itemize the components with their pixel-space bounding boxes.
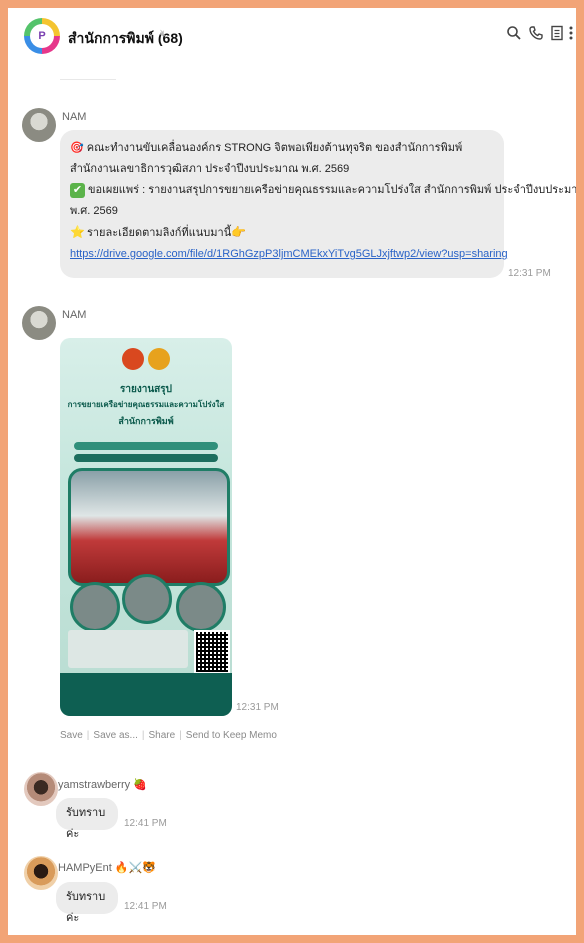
image-actions: Save | Save as... | Share | Send to Keep Memo — [60, 730, 277, 741]
pointing-hand-icon: 👉 — [231, 225, 247, 239]
message-bubble[interactable]: รับทราบค่ะ — [56, 798, 118, 840]
photo-circle — [122, 574, 172, 624]
image-attachment[interactable]: รายงานสรุป การขยายเครือข่ายคุณธรรมและควา… — [60, 338, 232, 716]
star-icon: ⭐ — [70, 225, 85, 239]
avatar[interactable] — [22, 108, 56, 142]
message-text: รับทราบค่ะ — [66, 807, 106, 840]
poster-banner — [74, 442, 218, 450]
message-bubble[interactable]: 🎯 คณะทำงานขับเคลื่อนองค์กร STRONG จิตพอเ… — [60, 130, 576, 278]
message-text: รับทราบค่ะ — [66, 891, 106, 924]
qr-code — [194, 630, 230, 674]
sender-name: yamstrawberry 🍓 — [58, 779, 147, 791]
message-time: 12:31 PM — [236, 702, 279, 713]
photo-circle — [176, 582, 226, 632]
group-avatar[interactable]: P — [24, 18, 60, 54]
message-line: สำนักงานเลขาธิการวุฒิสภา ประจำปีงบประมาณ… — [70, 163, 350, 175]
avatar[interactable] — [22, 306, 56, 340]
group-photo — [68, 468, 230, 586]
school-sign — [68, 630, 188, 668]
phone-icon[interactable] — [528, 25, 544, 46]
poster-logos — [122, 348, 170, 370]
message-time: 12:41 PM — [124, 901, 167, 912]
message-line: พ.ศ. 2569 — [70, 205, 118, 217]
poster-title: การขยายเครือข่ายคุณธรรมและความโปร่งใส — [67, 400, 225, 409]
check-icon: ✔ — [70, 182, 85, 198]
mute-icon: 🔇︎ — [160, 28, 167, 40]
strong-logo-icon — [148, 348, 170, 370]
poster-banner — [74, 454, 218, 462]
notes-icon[interactable] — [550, 25, 564, 46]
save-as-link[interactable]: Save as... — [93, 730, 137, 741]
poster-footer — [60, 673, 232, 716]
message-time: 12:31 PM — [508, 268, 551, 279]
message-link[interactable]: https://drive.google.com/file/d/1RGhGzpP… — [70, 244, 508, 265]
sender-name: NAM — [62, 111, 87, 123]
photo-circle — [70, 582, 120, 632]
chat-header: P สำนักการพิมพ์ (68) 🔇︎ — [8, 8, 576, 76]
message-line: 🎯 คณะทำงานขับเคลื่อนองค์กร STRONG จิตพอเ… — [70, 142, 463, 154]
save-link[interactable]: Save — [60, 730, 83, 741]
avatar[interactable] — [24, 856, 58, 890]
sender-name: NAM — [62, 309, 87, 321]
message-time: 12:41 PM — [124, 818, 167, 829]
group-logo-icon: P — [30, 24, 54, 48]
message-line: รายละเอียดตามลิงก์ที่แนบมานี้ — [86, 227, 232, 239]
poster-title: สำนักการพิมพ์ — [118, 416, 174, 426]
share-link[interactable]: Share — [148, 730, 175, 741]
poster-title: รายงานสรุป — [119, 384, 172, 395]
divider — [60, 79, 116, 80]
search-icon[interactable] — [506, 25, 522, 46]
sender-name: HAMPyEnt 🔥⚔️🐯 — [58, 862, 156, 874]
message-line: ขอเผยแพร่ : รายงานสรุปการขยายเครือข่ายคุ… — [88, 184, 576, 196]
more-icon[interactable] — [569, 25, 573, 46]
send-to-keep-memo-link[interactable]: Send to Keep Memo — [186, 730, 277, 741]
seal-icon — [122, 348, 144, 370]
chat-window: P สำนักการพิมพ์ (68) 🔇︎ NAM 🎯 คณะทำงานขั… — [8, 8, 576, 935]
message-bubble[interactable]: รับทราบค่ะ — [56, 882, 118, 924]
avatar[interactable] — [24, 772, 58, 806]
